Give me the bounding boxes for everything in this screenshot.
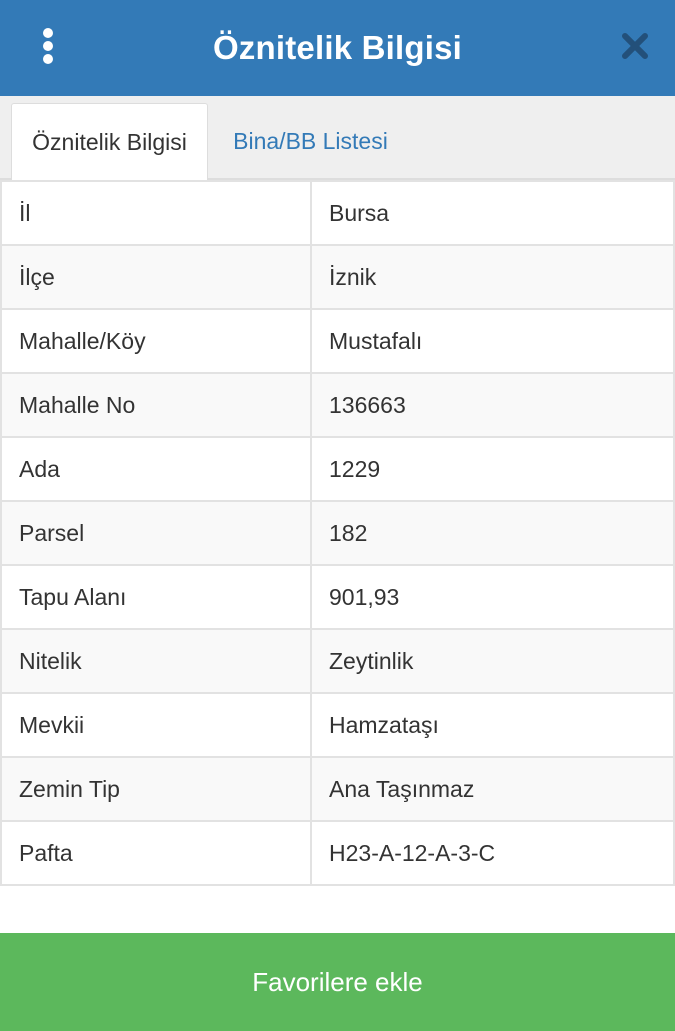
table-row: Ada 1229 [0,436,675,502]
attribute-key: Tapu Alanı [0,564,312,630]
attribute-key: Ada [0,436,312,502]
table-row: Mahalle No 136663 [0,372,675,438]
attribute-value: Zeytinlik [310,628,675,694]
attribute-key: Mahalle No [0,372,312,438]
table-row: Zemin Tip Ana Taşınmaz [0,756,675,822]
attribute-value: Ana Taşınmaz [310,756,675,822]
attribute-value: Hamzataşı [310,692,675,758]
attribute-value: Bursa [310,180,675,246]
close-icon[interactable] [617,28,653,64]
attribute-key: İl [0,180,312,246]
attribute-value: İznik [310,244,675,310]
tab-bar: Öznitelik Bilgisi Bina/BB Listesi [0,96,675,180]
add-to-favorites-button[interactable]: Favorilere ekle [0,933,675,1031]
menu-dot [43,54,53,64]
vertical-dots-icon[interactable] [28,24,68,68]
table-row: Nitelik Zeytinlik [0,628,675,694]
table-row: Tapu Alanı 901,93 [0,564,675,630]
page-title: Öznitelik Bilgisi [212,29,463,66]
menu-dot [43,28,53,38]
tab-bina-bb-listesi[interactable]: Bina/BB Listesi [208,103,413,180]
table-row: İlçe İznik [0,244,675,310]
table-row: İl Bursa [0,180,675,246]
tab-oznitelik-bilgisi[interactable]: Öznitelik Bilgisi [11,103,208,180]
attribute-key: İlçe [0,244,312,310]
header-bar: Öznitelik Bilgisi [0,0,675,96]
attribute-key: Pafta [0,820,312,886]
attribute-value: H23-A-12-A-3-C [310,820,675,886]
table-row: Pafta H23-A-12-A-3-C [0,820,675,886]
attribute-key: Mahalle/Köy [0,308,312,374]
attribute-key: Zemin Tip [0,756,312,822]
attribute-key: Nitelik [0,628,312,694]
attribute-value: 182 [310,500,675,566]
attribute-key: Parsel [0,500,312,566]
attribute-value: 1229 [310,436,675,502]
attribute-value: 901,93 [310,564,675,630]
table-row: Mahalle/Köy Mustafalı [0,308,675,374]
attribute-table: İl Bursa İlçe İznik Mahalle/Köy Mustafal… [0,180,675,886]
attribute-value: Mustafalı [310,308,675,374]
attribute-value: 136663 [310,372,675,438]
menu-dot [43,41,53,51]
attribute-key: Mevkii [0,692,312,758]
table-row: Mevkii Hamzataşı [0,692,675,758]
table-row: Parsel 182 [0,500,675,566]
